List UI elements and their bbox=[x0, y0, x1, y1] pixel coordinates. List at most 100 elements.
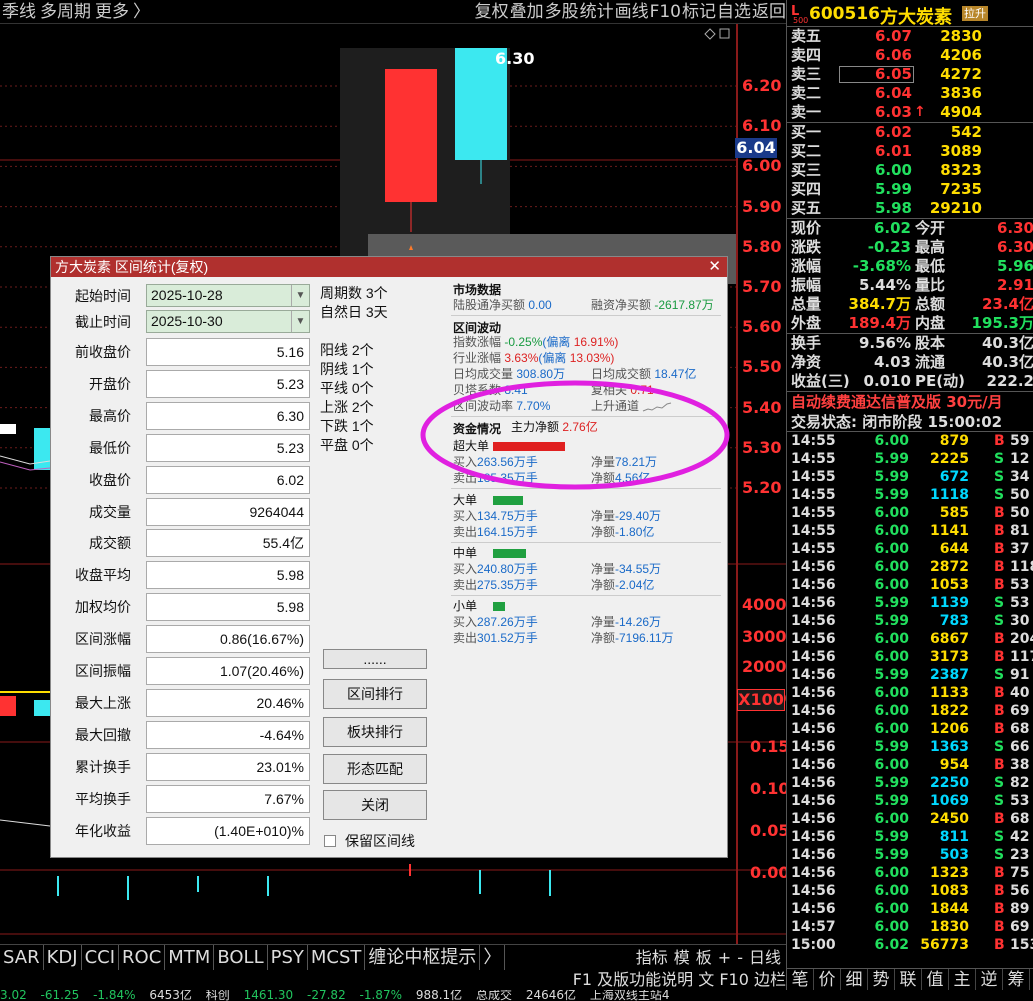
dialog-button[interactable]: 形态匹配 bbox=[323, 754, 427, 784]
right-panel-tab[interactable]: 主 bbox=[949, 969, 976, 990]
toolbar-item[interactable]: 自选 bbox=[717, 2, 751, 22]
tick-time: 14:56 bbox=[791, 577, 836, 593]
start-date-select[interactable]: 2025-10-28 ▼ bbox=[146, 284, 310, 307]
right-panel-tab[interactable]: 势 bbox=[868, 969, 895, 990]
period-menu-item[interactable]: 多周期 bbox=[40, 2, 91, 22]
orderbook-row[interactable]: 买五 5.98 29210 bbox=[787, 199, 1033, 218]
tick-volume: 879 bbox=[939, 433, 969, 449]
indicator-tab[interactable]: CCI bbox=[82, 945, 120, 971]
period-menu-item[interactable]: 〉 bbox=[133, 2, 150, 22]
right-panel-tab[interactable]: 逆 bbox=[976, 969, 1003, 990]
candle-stat: 下跌 1个 bbox=[320, 418, 374, 434]
period-menu-item[interactable]: 更多 bbox=[95, 2, 129, 22]
indicator-tab[interactable]: BOLL bbox=[214, 945, 268, 971]
price-axis-label: 6.00 bbox=[742, 156, 782, 176]
right-panel-tab[interactable]: 笔 bbox=[787, 969, 814, 990]
tick-volume: 2387 bbox=[930, 667, 969, 683]
tick-volume: 1053 bbox=[930, 577, 969, 593]
indicator-tab[interactable]: ROC bbox=[119, 945, 166, 971]
tick-row: 14:56 6.00 1053 B 53 bbox=[787, 576, 1033, 594]
indicator-option[interactable]: - bbox=[734, 945, 746, 971]
indicator-option[interactable]: 模 bbox=[671, 945, 693, 971]
tick-volume: 1141 bbox=[930, 523, 969, 539]
buy-value: 287.26万手 bbox=[477, 615, 538, 629]
close-icon[interactable]: ✕ bbox=[708, 257, 721, 277]
indicator-tab[interactable]: 〉 bbox=[480, 945, 506, 971]
fund-netamt-row: 净额-1.80亿 bbox=[591, 524, 654, 540]
orderbook-row[interactable]: 卖二 6.04 3836 bbox=[787, 84, 1033, 103]
toolbar-item[interactable]: 多股 bbox=[545, 2, 579, 22]
promo-banner[interactable]: 自动续费通达信普及版 30元/月 bbox=[787, 391, 1033, 412]
indicator-option[interactable]: 指标 bbox=[633, 945, 671, 971]
quote-label: PE(动) bbox=[915, 372, 965, 390]
dialog-button[interactable]: 关闭 bbox=[323, 790, 427, 820]
toolbar-item[interactable]: 统计 bbox=[580, 2, 614, 22]
orderbook-row[interactable]: 卖五 6.07 2830 bbox=[787, 27, 1033, 46]
toolbar-item[interactable]: 标记 bbox=[682, 2, 716, 22]
quote-table: 现价 6.02 今开 6.30 涨跌 -0.23 最高 6.30 涨幅 -3.68% 最低 5.96 振… bbox=[787, 219, 1033, 391]
tick-direction: B bbox=[994, 811, 1005, 827]
tick-direction: S bbox=[994, 829, 1005, 845]
indicator-option[interactable]: 日线 bbox=[746, 945, 784, 971]
dialog-button[interactable]: 板块排行 bbox=[323, 717, 427, 747]
right-panel-tab[interactable]: 值 bbox=[922, 969, 949, 990]
period-menu-item[interactable]: 季线 bbox=[2, 2, 36, 22]
toolbar-item[interactable]: 画线 bbox=[615, 2, 649, 22]
tick-row: 14:56 6.00 3173 B 117 bbox=[787, 648, 1033, 666]
tick-count: 50 bbox=[1010, 487, 1030, 503]
dialog-button[interactable]: 区间排行 bbox=[323, 679, 427, 709]
bottom-tab-right[interactable]: F1 及版功能说明 文 F10 边栏 bbox=[573, 970, 786, 990]
toolbar-item[interactable]: 叠加 bbox=[510, 2, 544, 22]
orderbook-row[interactable]: 卖四 6.06 4206 bbox=[787, 46, 1033, 65]
indicator-option[interactable]: + bbox=[715, 945, 734, 971]
dialog-titlebar[interactable]: 方大炭素 区间统计(复权) ✕ bbox=[51, 257, 727, 277]
right-panel-tab[interactable]: 联 bbox=[895, 969, 922, 990]
right-panel-tab[interactable]: 价 bbox=[814, 969, 841, 990]
tick-list[interactable]: 14:55 6.00 879 B 59 14:55 5.99 2225 S 12 14:55 5.99… bbox=[787, 432, 1033, 954]
indicator-tab[interactable]: KDJ bbox=[44, 945, 82, 971]
tick-row: 14:56 6.00 1206 B 68 bbox=[787, 720, 1033, 738]
square-icon bbox=[719, 28, 730, 39]
indicator-tab[interactable]: MTM bbox=[165, 945, 215, 971]
tick-count: 53 bbox=[1010, 595, 1030, 611]
fund-net-row: 净量-34.55万 bbox=[591, 561, 661, 577]
tick-count: 91 bbox=[1010, 667, 1030, 683]
toolbar-item[interactable]: 复权 bbox=[475, 2, 509, 22]
toolbar-item[interactable]: F10 bbox=[650, 2, 681, 22]
right-panel-tab[interactable]: 细 bbox=[841, 969, 868, 990]
orderbook-row[interactable]: 买一 6.02 542 bbox=[787, 123, 1033, 142]
keep-line-checkbox[interactable] bbox=[324, 835, 336, 847]
quote-value: 5.96 bbox=[996, 257, 1033, 275]
orderbook-row[interactable]: 卖一 6.03 ↑ 4904 bbox=[787, 103, 1033, 122]
status-val-f: 1461.30 bbox=[243, 990, 294, 1001]
tick-time: 14:56 bbox=[791, 595, 836, 611]
tick-row: 14:56 5.99 783 S 30 bbox=[787, 612, 1033, 630]
tick-row: 14:55 6.00 1141 B 81 bbox=[787, 522, 1033, 540]
indicator-tab[interactable]: 缠论中枢提示 bbox=[365, 945, 481, 971]
orderbook-row[interactable]: 买三 6.00 8323 bbox=[787, 161, 1033, 180]
orderbook-label: 卖三 bbox=[791, 65, 822, 83]
tick-direction: S bbox=[994, 595, 1005, 611]
quote-label: 总额 bbox=[915, 295, 946, 313]
indicator-tab[interactable]: PSY bbox=[268, 945, 308, 971]
indicator-axis-label: 0.05 bbox=[750, 821, 786, 840]
tick-time: 14:56 bbox=[791, 739, 836, 755]
sell-label: 卖出 bbox=[453, 631, 478, 645]
quote-label: 股本 bbox=[915, 334, 946, 352]
tick-price: 5.99 bbox=[874, 469, 909, 485]
orderbook-row[interactable]: 卖三 6.05 4272 bbox=[787, 65, 1033, 84]
tick-volume: 1822 bbox=[930, 703, 969, 719]
orderbook-price: 6.06 bbox=[874, 46, 912, 64]
indicator-tab[interactable]: MCST bbox=[308, 945, 366, 971]
indicator-option[interactable]: 板 bbox=[693, 945, 715, 971]
quote-row: 涨幅 -3.68% 最低 5.96 bbox=[787, 257, 1033, 276]
toolbar-item[interactable]: 返回 bbox=[752, 2, 786, 22]
quote-row: 收益(三) 0.010 PE(动) 222.2 bbox=[787, 372, 1033, 391]
dialog-button[interactable]: ...... bbox=[323, 649, 427, 669]
right-panel-tab[interactable]: 筹 bbox=[1003, 969, 1030, 990]
orderbook-row[interactable]: 买四 5.99 7235 bbox=[787, 180, 1033, 199]
end-date-select[interactable]: 2025-10-30 ▼ bbox=[146, 310, 310, 333]
orderbook-row[interactable]: 买二 6.01 3089 bbox=[787, 142, 1033, 161]
tick-row: 14:56 5.99 503 S 23 bbox=[787, 846, 1033, 864]
indicator-tab[interactable]: SAR bbox=[0, 945, 44, 971]
